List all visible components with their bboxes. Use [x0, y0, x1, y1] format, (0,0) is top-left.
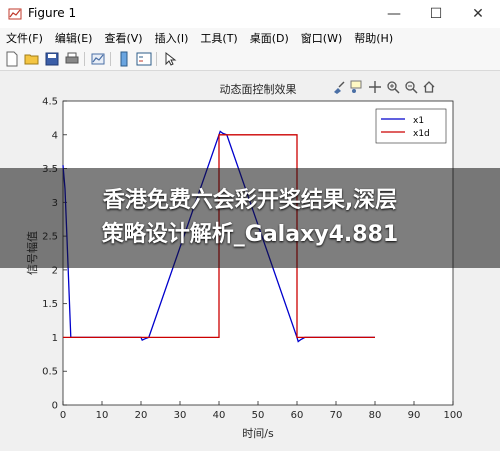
toolbar [0, 48, 500, 71]
open-icon[interactable] [24, 51, 40, 67]
x-tick-label: 90 [408, 410, 421, 421]
brush-icon[interactable] [332, 80, 346, 94]
minimize-button[interactable]: — [374, 0, 414, 28]
y-tick-label: 4.5 [42, 97, 58, 108]
menu-tools[interactable]: 工具(T) [194, 30, 243, 46]
zoom-out-icon[interactable] [404, 80, 418, 94]
menu-help[interactable]: 帮助(H) [348, 30, 399, 46]
y-tick-label: 0 [52, 401, 58, 412]
x-tick-label: 0 [60, 410, 66, 421]
datatip-icon[interactable] [350, 80, 364, 94]
pan-icon[interactable] [368, 80, 382, 94]
home-icon[interactable] [422, 80, 436, 94]
x-tick-label: 30 [174, 410, 187, 421]
x-tick-label: 100 [443, 410, 462, 421]
y-tick-label: 4 [52, 130, 58, 141]
watermark-banner: 香港免费六会彩开奖结果,深层 策略设计解析_Galaxy4.881 [0, 168, 500, 268]
legend[interactable]: x1 x1d [375, 108, 447, 144]
menu-bar: 文件(F) 编辑(E) 查看(V) 插入(I) 工具(T) 桌面(D) 窗口(W… [0, 28, 500, 48]
legend-label-x1: x1 [413, 116, 424, 126]
x-tick-label: 50 [252, 410, 265, 421]
new-figure-icon[interactable] [4, 51, 20, 67]
zoom-in-icon[interactable] [386, 80, 400, 94]
x-tick-label: 20 [135, 410, 148, 421]
matlab-figure-icon [8, 8, 22, 20]
edit-plot-icon[interactable] [162, 51, 178, 67]
x-tick-label: 10 [96, 410, 109, 421]
legend-label-x1d: x1d [413, 129, 430, 139]
x-axis-label: 时间/s [242, 427, 274, 440]
y-tick-label: 0.5 [42, 367, 58, 378]
menu-edit[interactable]: 编辑(E) [49, 30, 99, 46]
link-plot-icon[interactable] [90, 51, 106, 67]
menu-insert[interactable]: 插入(I) [149, 30, 195, 46]
x-tick-label: 60 [291, 410, 304, 421]
menu-view[interactable]: 查看(V) [98, 30, 148, 46]
save-icon[interactable] [44, 51, 60, 67]
menu-window[interactable]: 窗口(W) [295, 30, 348, 46]
toolbar-separator [156, 52, 157, 66]
print-icon[interactable] [64, 51, 80, 67]
insert-colorbar-icon[interactable] [116, 51, 132, 67]
window-title: Figure 1 [28, 6, 77, 20]
menu-file[interactable]: 文件(F) [0, 30, 49, 46]
close-button[interactable]: ✕ [458, 0, 498, 28]
x-tick-label: 70 [330, 410, 343, 421]
x-tick-label: 80 [369, 410, 382, 421]
y-tick-label: 1 [52, 333, 58, 344]
insert-legend-icon[interactable] [136, 51, 152, 67]
banner-line-1: 香港免费六会彩开奖结果,深层 [102, 188, 398, 213]
y-tick-label: 1.5 [42, 299, 58, 310]
toolbar-separator [110, 52, 111, 66]
x-tick-label: 40 [213, 410, 226, 421]
toolbar-separator [84, 52, 85, 66]
banner-line-2: 策略设计解析_Galaxy4.881 [101, 222, 399, 247]
title-bar: Figure 1 — ☐ ✕ [0, 0, 500, 29]
chart-title: 动态面控制效果 [220, 82, 297, 96]
maximize-button[interactable]: ☐ [416, 0, 456, 28]
menu-desktop[interactable]: 桌面(D) [244, 30, 295, 46]
